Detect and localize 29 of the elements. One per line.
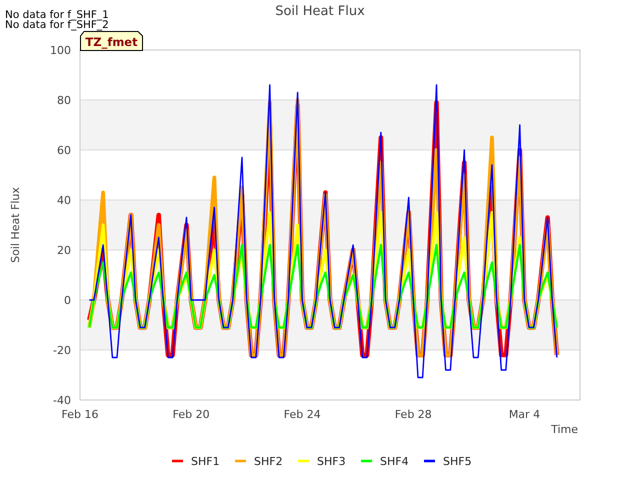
y-tick-label: 80: [57, 94, 71, 107]
legend-swatch: [235, 460, 246, 462]
x-tick-label: Feb 20: [172, 408, 210, 421]
y-tick-label: 20: [57, 244, 71, 257]
legend-swatch: [424, 460, 435, 462]
legend-label: SHF3: [317, 455, 346, 468]
legend-label: SHF1: [191, 455, 220, 468]
x-tick-label: Feb 24: [284, 408, 321, 421]
y-tick-label: 60: [57, 144, 71, 157]
no-data-note: No data for f_SHF_2: [5, 19, 109, 31]
y-tick-label: -20: [53, 344, 71, 357]
legend-label: SHF5: [443, 455, 472, 468]
y-tick-label: 40: [57, 194, 71, 207]
x-axis-title: Time: [551, 423, 578, 436]
chart-title: Soil Heat Flux: [275, 4, 365, 19]
y-tick-label: 0: [64, 294, 71, 307]
y-tick-label: 100: [50, 44, 71, 57]
legend-swatch: [361, 460, 372, 462]
y-axis-title: Soil Heat Flux: [9, 187, 22, 263]
x-tick-label: Feb 28: [394, 408, 432, 421]
x-tick-label: Mar 4: [508, 408, 540, 421]
legend-swatch: [298, 460, 309, 462]
timezone-badge: TZ_fmet: [80, 31, 143, 51]
legend-label: SHF4: [380, 455, 409, 468]
legend-swatch: [172, 460, 183, 462]
no-data-note: No data for f_SHF_1: [5, 9, 109, 21]
legend-label: SHF2: [254, 455, 283, 468]
x-tick-label: Feb 16: [62, 408, 98, 421]
y-tick-label: -40: [53, 394, 71, 407]
